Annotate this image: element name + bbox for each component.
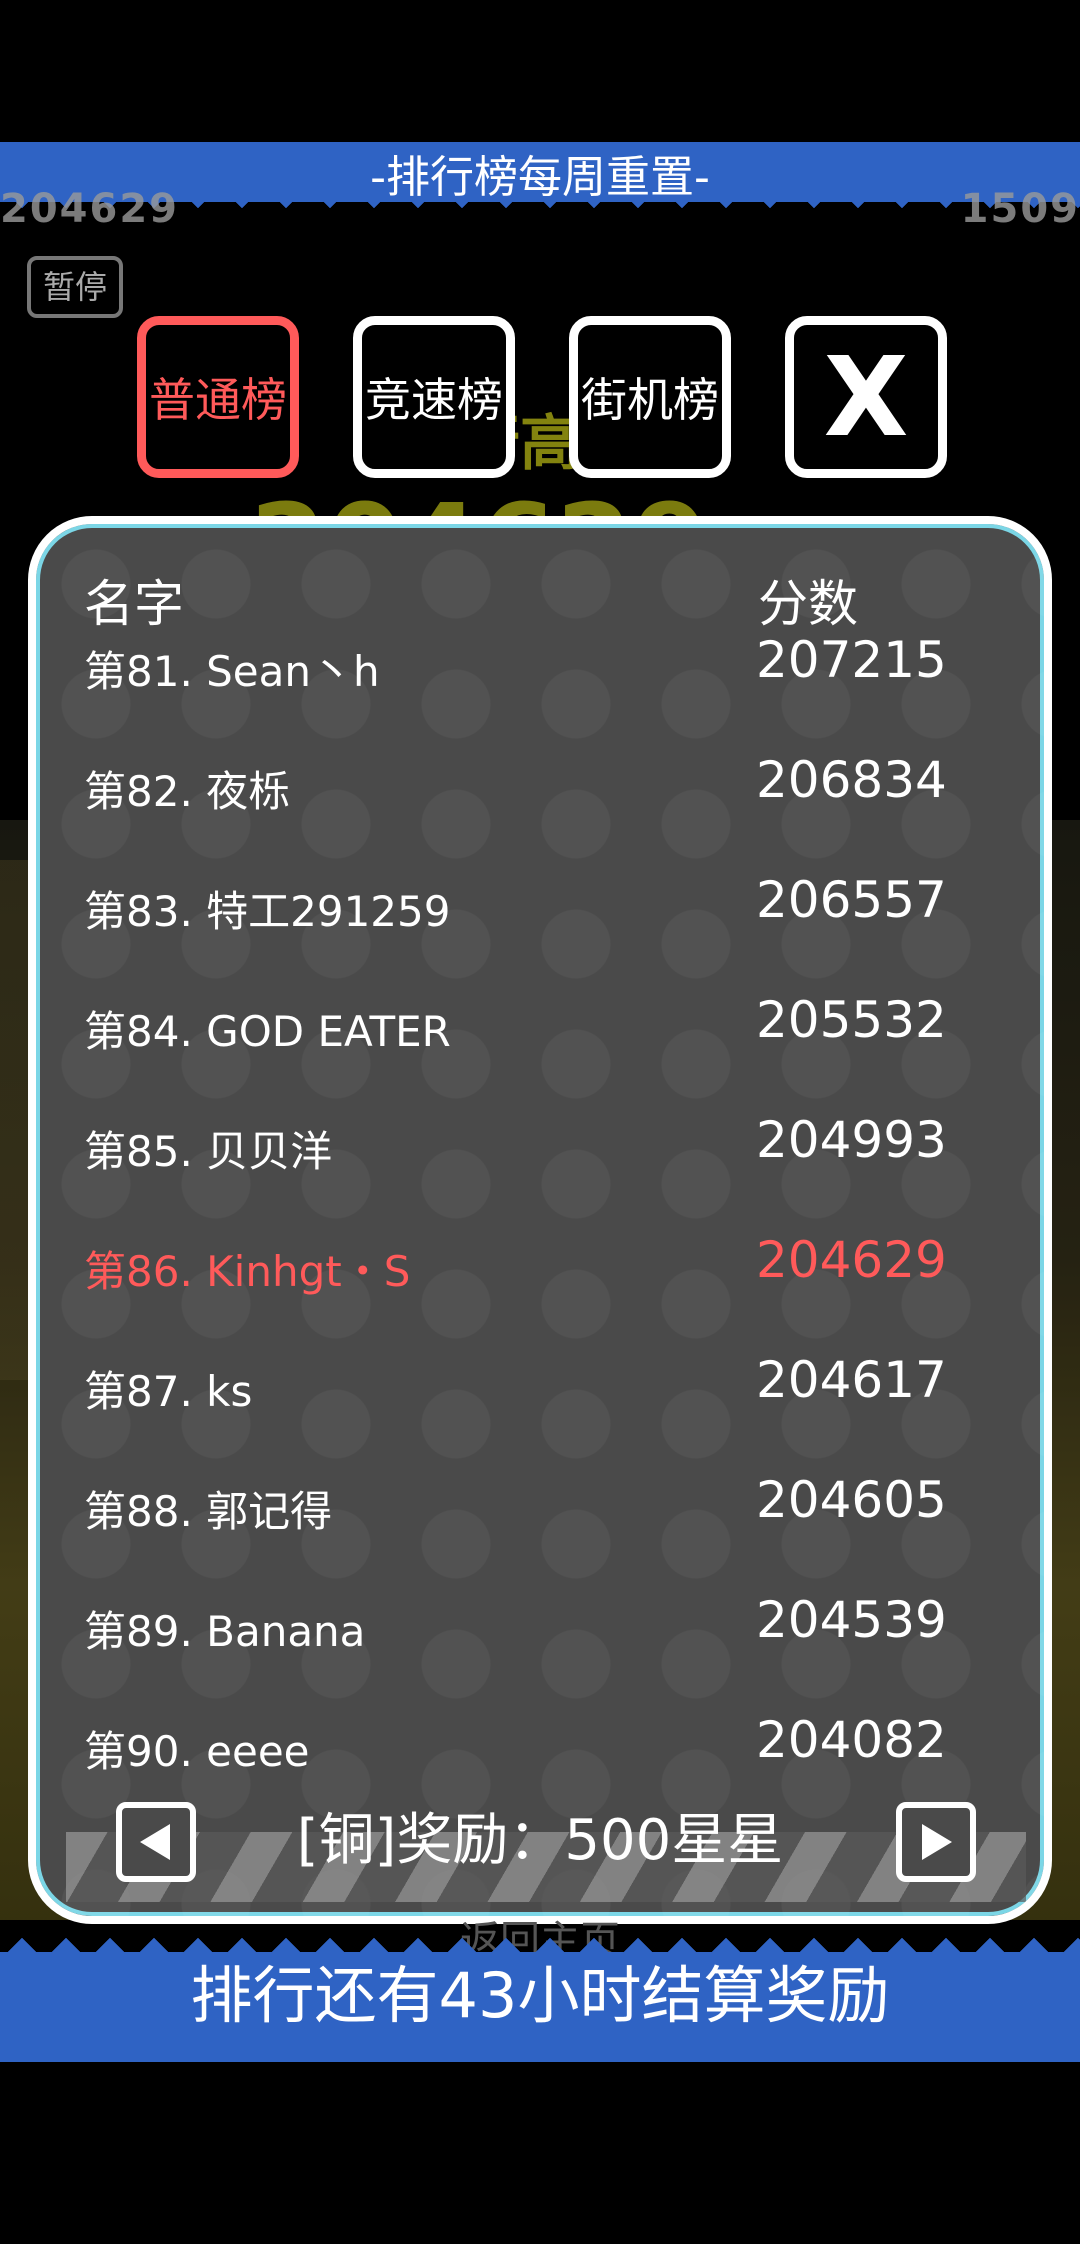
player-score: 204082 (756, 1711, 947, 1769)
leaderboard-panel: 名字 分数 第81. Sean丶h 207215 第82. 夜栎 206834 … (28, 516, 1052, 1924)
player-score: 206557 (756, 871, 947, 929)
player-score: 204629 (756, 1231, 947, 1289)
player-name: 第86. Kinhgt・S (84, 1247, 411, 1296)
player-name: 第82. 夜栎 (84, 767, 291, 816)
current-score-readout: 204629 (0, 186, 179, 232)
player-name: 第88. 郭记得 (84, 1487, 333, 1536)
close-icon: X (823, 333, 909, 461)
close-button[interactable]: X (785, 316, 947, 478)
column-header-name: 名字 (84, 575, 184, 633)
table-row: 第81. Sean丶h 207215 (36, 631, 1044, 742)
table-row: 第89. Banana 204539 (36, 1591, 1044, 1702)
table-row: 第87. ks 204617 (36, 1351, 1044, 1462)
player-score: 207215 (756, 631, 947, 689)
player-score: 204605 (756, 1471, 947, 1529)
pause-button[interactable]: 暂停 (27, 256, 123, 318)
player-name: 第83. 特工291259 (84, 887, 451, 936)
next-page-button[interactable] (896, 1802, 976, 1882)
player-score: 204993 (756, 1111, 947, 1169)
table-row: 第85. 贝贝洋 204993 (36, 1111, 1044, 1222)
player-name: 第85. 贝贝洋 (84, 1127, 333, 1176)
tab-normal-ranking[interactable]: 普通榜 (137, 316, 299, 478)
table-row: 第88. 郭记得 204605 (36, 1471, 1044, 1582)
table-row: 第83. 特工291259 206557 (36, 871, 1044, 982)
stars-readout: 1509 (960, 186, 1080, 232)
player-score: 206834 (756, 751, 947, 809)
player-name: 第89. Banana (84, 1607, 366, 1656)
previous-page-button[interactable] (116, 1802, 196, 1882)
table-row: 第82. 夜栎 206834 (36, 751, 1044, 862)
settlement-countdown-text: 排行还有43小时结算奖励 (190, 1959, 890, 2032)
arrow-right-icon (922, 1824, 952, 1860)
tab-label: 街机榜 (581, 373, 719, 427)
player-name: 第81. Sean丶h (84, 647, 380, 696)
tab-label: 普通榜 (149, 373, 287, 427)
player-score: 204617 (756, 1351, 947, 1409)
player-name: 第84. GOD EATER (84, 1007, 451, 1056)
player-score: 204539 (756, 1591, 947, 1649)
tab-label: 竞速榜 (365, 373, 503, 427)
table-row-current-player: 第86. Kinhgt・S 204629 (36, 1231, 1044, 1342)
tab-speed-ranking[interactable]: 竞速榜 (353, 316, 515, 478)
column-header-score: 分数 (758, 575, 858, 633)
tab-arcade-ranking[interactable]: 街机榜 (569, 316, 731, 478)
arrow-left-icon (140, 1824, 170, 1860)
player-score: 205532 (756, 991, 947, 1049)
player-name: 第87. ks (84, 1367, 253, 1416)
player-name: 第90. eeee (84, 1727, 310, 1776)
table-row: 第84. GOD EATER 205532 (36, 991, 1044, 1102)
